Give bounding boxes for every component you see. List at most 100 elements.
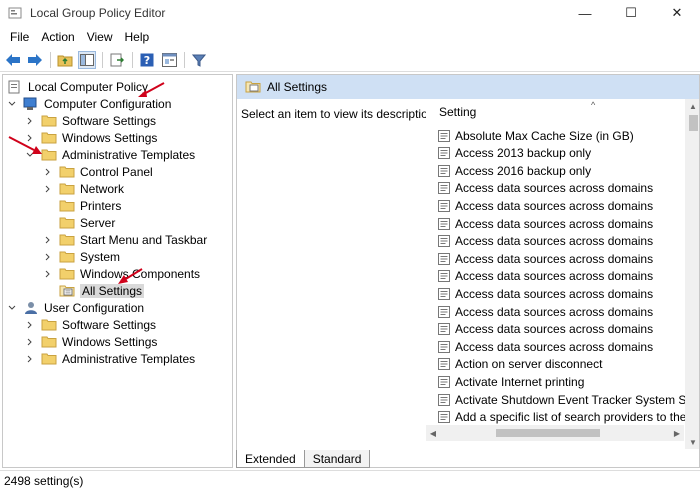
setting-row[interactable]: Access data sources across domains	[438, 285, 653, 302]
chevron-down-icon[interactable]	[7, 99, 17, 109]
annotation-arrow-icon	[118, 268, 143, 284]
export-list-button[interactable]	[108, 51, 126, 69]
setting-row[interactable]: Access data sources across domains	[438, 268, 653, 285]
back-button[interactable]	[4, 51, 22, 69]
forward-arrow-icon	[28, 53, 42, 66]
scrollbar-thumb[interactable]	[496, 429, 600, 437]
scrollbar-thumb[interactable]	[689, 115, 698, 131]
tree-item-cc-administrative-templates[interactable]: Administrative Templates	[25, 146, 195, 163]
policy-setting-icon	[438, 129, 450, 142]
tree-item-start-menu-and-taskbar[interactable]: Start Menu and Taskbar	[43, 231, 207, 248]
tree-item-uc-windows-settings[interactable]: Windows Settings	[25, 333, 157, 350]
minimize-button[interactable]: —	[562, 0, 608, 26]
annotation-arrow-icon	[8, 136, 42, 154]
setting-label: Access data sources across domains	[455, 304, 654, 319]
show-hide-tree-button[interactable]	[78, 50, 96, 69]
chevron-right-icon[interactable]	[25, 320, 35, 330]
tree-item-server[interactable]: Server	[59, 214, 115, 231]
tree-label: System	[80, 249, 121, 264]
setting-row[interactable]: Access data sources across domains	[438, 215, 653, 232]
setting-row[interactable]: Activate Internet printing	[438, 373, 584, 390]
setting-row[interactable]: Access data sources across domains	[438, 197, 653, 214]
tree-item-uc-software-settings[interactable]: Software Settings	[25, 316, 156, 333]
chevron-right-icon[interactable]	[25, 337, 35, 347]
setting-row[interactable]: Access data sources across domains	[438, 303, 653, 320]
setting-row[interactable]: Access data sources across domains	[438, 321, 653, 338]
maximize-button[interactable]: ☐	[608, 0, 654, 26]
tree-item-cc-software-settings[interactable]: Software Settings	[25, 112, 156, 129]
setting-row[interactable]: Access data sources across domains	[438, 338, 653, 355]
policy-setting-icon	[438, 235, 450, 248]
tree-item-control-panel[interactable]: Control Panel	[43, 163, 153, 180]
setting-row[interactable]: Access 2016 backup only	[438, 162, 591, 179]
setting-row[interactable]: Action on server disconnect	[438, 356, 602, 373]
setting-row[interactable]: Access 2013 backup only	[438, 145, 591, 162]
folder-icon	[59, 267, 75, 281]
horizontal-scrollbar[interactable]: ◀ ▶	[426, 425, 684, 441]
chevron-right-icon[interactable]	[43, 269, 53, 279]
sort-ascending-icon: ^	[591, 100, 596, 110]
settings-list: Setting ^ Absolute Max Cache Size (in GB…	[426, 99, 699, 449]
chevron-down-icon[interactable]	[7, 303, 17, 313]
setting-row[interactable]: Activate Shutdown Event Tracker System S…	[438, 391, 699, 408]
svg-text:?: ?	[144, 54, 150, 67]
tree-label: Windows Settings	[62, 130, 158, 145]
setting-row[interactable]: Absolute Max Cache Size (in GB)	[438, 127, 634, 144]
menu-help[interactable]: Help	[119, 30, 156, 44]
help-button[interactable]: ?	[138, 51, 156, 69]
chevron-right-icon[interactable]	[43, 252, 53, 262]
menu-file[interactable]: File	[4, 30, 35, 44]
column-header-setting[interactable]: Setting ^	[426, 99, 684, 125]
policy-setting-icon	[438, 270, 450, 283]
chevron-right-icon[interactable]	[25, 116, 35, 126]
filter-button[interactable]	[190, 51, 208, 69]
setting-row[interactable]: Access data sources across domains	[438, 180, 653, 197]
setting-row[interactable]: Add a specific list of search providers …	[438, 409, 699, 426]
all-settings-icon	[245, 81, 261, 93]
column-header-label: Setting	[439, 105, 477, 119]
title-bar: Local Group Policy Editor — ☐ ✕	[0, 0, 700, 26]
vertical-scrollbar[interactable]: ▲ ▼	[685, 99, 699, 449]
tree-item-local-computer-policy[interactable]: Local Computer Policy	[7, 78, 148, 95]
group-policy-app-icon	[8, 7, 22, 19]
menu-action[interactable]: Action	[35, 30, 80, 44]
tree-item-user-configuration[interactable]: User Configuration	[7, 299, 144, 316]
folder-icon	[41, 318, 57, 332]
policy-setting-icon	[438, 340, 450, 353]
forward-button[interactable]	[26, 51, 44, 69]
tree-item-uc-administrative-templates[interactable]: Administrative Templates	[25, 350, 195, 367]
menu-view[interactable]: View	[81, 30, 119, 44]
scroll-up-icon[interactable]: ▲	[685, 99, 699, 113]
chevron-right-icon[interactable]	[43, 235, 53, 245]
all-settings-icon	[59, 284, 75, 298]
menu-bar: File Action View Help	[0, 27, 700, 47]
tree-item-network[interactable]: Network	[43, 180, 124, 197]
setting-label: Access data sources across domains	[455, 251, 654, 266]
tree-label: Network	[80, 181, 125, 196]
tree-label: Administrative Templates	[62, 147, 196, 162]
properties-button[interactable]	[160, 51, 178, 69]
tree-item-system[interactable]: System	[43, 248, 120, 265]
chevron-right-icon[interactable]	[43, 167, 53, 177]
scroll-left-icon[interactable]: ◀	[426, 425, 440, 441]
up-one-level-button[interactable]	[56, 51, 74, 69]
setting-label: Action on server disconnect	[455, 357, 603, 372]
scroll-right-icon[interactable]: ▶	[670, 425, 684, 441]
scroll-down-icon[interactable]: ▼	[685, 435, 699, 449]
folder-icon	[41, 352, 57, 366]
toolbar-separator	[50, 51, 51, 68]
tree-item-printers[interactable]: Printers	[59, 197, 121, 214]
policy-setting-icon	[438, 217, 450, 230]
chevron-right-icon[interactable]	[25, 354, 35, 364]
annotation-arrow-icon	[138, 82, 165, 97]
policy-setting-icon	[438, 252, 450, 265]
back-arrow-icon	[6, 53, 20, 66]
setting-row[interactable]: Access data sources across domains	[438, 233, 653, 250]
tree-label: Local Computer Policy	[28, 79, 149, 94]
close-button[interactable]: ✕	[654, 0, 700, 26]
tab-standard[interactable]: Standard	[303, 450, 371, 468]
setting-row[interactable]: Access data sources across domains	[438, 250, 653, 267]
chevron-right-icon[interactable]	[43, 184, 53, 194]
tab-extended[interactable]: Extended	[236, 450, 305, 468]
folder-icon	[59, 199, 75, 213]
